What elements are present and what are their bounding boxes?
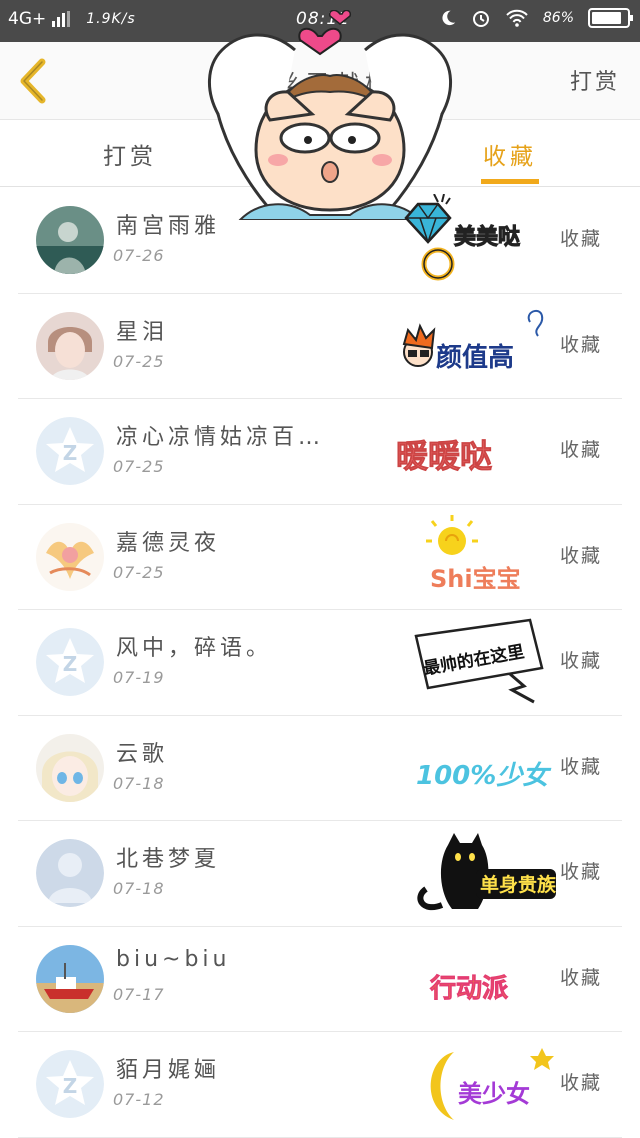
favorite-label: 收藏 <box>559 228 602 250</box>
list-item[interactable]: 嘉德灵夜 07-25 Shi宝宝 收藏 <box>0 505 640 611</box>
favorite-date: 07-19 <box>113 668 165 687</box>
user-name: 风中，碎语。 <box>116 636 273 661</box>
sticker-text: 行动派 <box>429 973 508 1004</box>
svg-text:Z: Z <box>63 1074 78 1098</box>
list-item[interactable]: 星泪 07-25 颜值高 收藏 <box>0 294 640 400</box>
user-name: biu~biu <box>116 946 231 972</box>
tip-button[interactable]: 打赏 <box>570 64 620 96</box>
favorite-date: 07-12 <box>113 1090 165 1109</box>
status-right: 86% <box>439 8 633 28</box>
sticker-text: 100%少女 <box>416 761 552 791</box>
status-left: 4G+ 1.9K/s <box>8 9 136 29</box>
tab-tips[interactable]: 打赏 <box>103 137 157 171</box>
favorite-date: 07-17 <box>113 984 165 1004</box>
list-item[interactable]: 南宫雨雅 07-26 美美哒 收藏 <box>0 188 640 294</box>
favorite-date: 07-26 <box>113 246 165 265</box>
favorite-label: 收藏 <box>559 333 602 356</box>
action-sticker: 行动派 <box>429 972 509 1004</box>
default-avatar[interactable]: Z <box>36 417 104 485</box>
default-avatar[interactable]: Z <box>36 1050 104 1118</box>
sticker-text: 颜值高 <box>436 342 514 373</box>
favorite-label: 收藏 <box>559 966 602 989</box>
svg-text:Z: Z <box>63 441 78 465</box>
user-name: 南宫雨雅 <box>116 214 221 239</box>
favorite-date: 07-18 <box>113 773 165 793</box>
svg-text:Z: Z <box>63 652 78 676</box>
user-name: 凉心凉情姑凉百… <box>116 425 325 450</box>
favorites-list: 南宫雨雅 07-26 美美哒 收藏 星泪 07-25 颜值高 收藏 Z 凉心凉情… <box>0 188 640 1138</box>
user-name: 云歌 <box>116 741 169 767</box>
active-tab-indicator <box>481 179 539 184</box>
favorite-label: 收藏 <box>559 861 602 883</box>
network-type: 4G+ <box>8 9 47 29</box>
beautiful-girl-sticker: 美少女 <box>430 1048 554 1120</box>
list-item[interactable]: 北巷梦夏 07-18 单身贵族 收藏 <box>0 821 640 927</box>
favorite-label: 收藏 <box>559 755 602 778</box>
favorite-date: 07-25 <box>113 562 165 582</box>
sticker-text: 单身贵族 <box>480 873 557 896</box>
user-avatar[interactable] <box>36 944 104 1013</box>
sun-sticker: Shi宝宝 <box>426 514 521 593</box>
battery-icon <box>588 8 633 28</box>
user-name: 北巷梦夏 <box>116 847 221 872</box>
favorite-date: 07-25 <box>113 351 165 371</box>
user-avatar[interactable] <box>36 733 104 802</box>
girl-sticker: 100%少女 <box>416 761 552 791</box>
good-looking-sticker: 颜值高 <box>402 309 544 373</box>
battery-percent: 86% <box>542 10 574 26</box>
favorite-date: 07-18 <box>113 879 165 898</box>
list-item[interactable]: Z 风中，碎语。 07-19 最帅的在这里 收藏 <box>0 610 640 716</box>
alarm-icon <box>472 11 489 27</box>
favorite-label: 收藏 <box>559 650 602 672</box>
warm-sticker: 暖暖哒 <box>396 437 493 476</box>
tab-favorites[interactable]: 收藏 <box>483 137 537 171</box>
default-avatar[interactable]: Z <box>36 628 104 696</box>
list-item[interactable]: Z 貊月娓婳 07-12 美少女 收藏 <box>0 1032 640 1138</box>
list-item[interactable]: biu~biu 07-17 行动派 收藏 <box>0 927 640 1033</box>
user-name: 貊月娓婳 <box>116 1058 221 1083</box>
ring-sticker: 美美哒 <box>404 194 521 281</box>
favorite-date: 07-25 <box>113 457 165 476</box>
user-avatar[interactable] <box>36 311 104 380</box>
sticker-text: 暖暖哒 <box>396 437 492 475</box>
network-speed: 1.9K/s <box>86 11 136 27</box>
user-avatar[interactable] <box>36 522 104 591</box>
user-name: 嘉德灵夜 <box>116 530 221 556</box>
battery-fill <box>592 12 622 24</box>
most-handsome-sticker: 最帅的在这里 <box>414 618 544 704</box>
list-item[interactable]: Z 凉心凉情姑凉百… 07-25 暖暖哒 收藏 <box>0 399 640 505</box>
cat-sticker: 单身贵族 <box>417 833 557 910</box>
favorite-label: 收藏 <box>559 1072 602 1094</box>
user-avatar[interactable] <box>36 206 104 274</box>
favorite-label: 收藏 <box>559 439 602 461</box>
signal-icon <box>52 11 71 27</box>
sticker-text: 美少女 <box>458 1080 530 1108</box>
sticker-text: Shi宝宝 <box>430 565 521 593</box>
default-person-avatar[interactable] <box>36 839 104 907</box>
wifi-icon <box>506 9 528 27</box>
favorite-label: 收藏 <box>559 544 602 567</box>
user-name: 星泪 <box>116 319 169 345</box>
list-item[interactable]: 云歌 07-18 100%少女 收藏 <box>0 716 640 822</box>
sticker-text: 美美哒 <box>454 224 520 250</box>
